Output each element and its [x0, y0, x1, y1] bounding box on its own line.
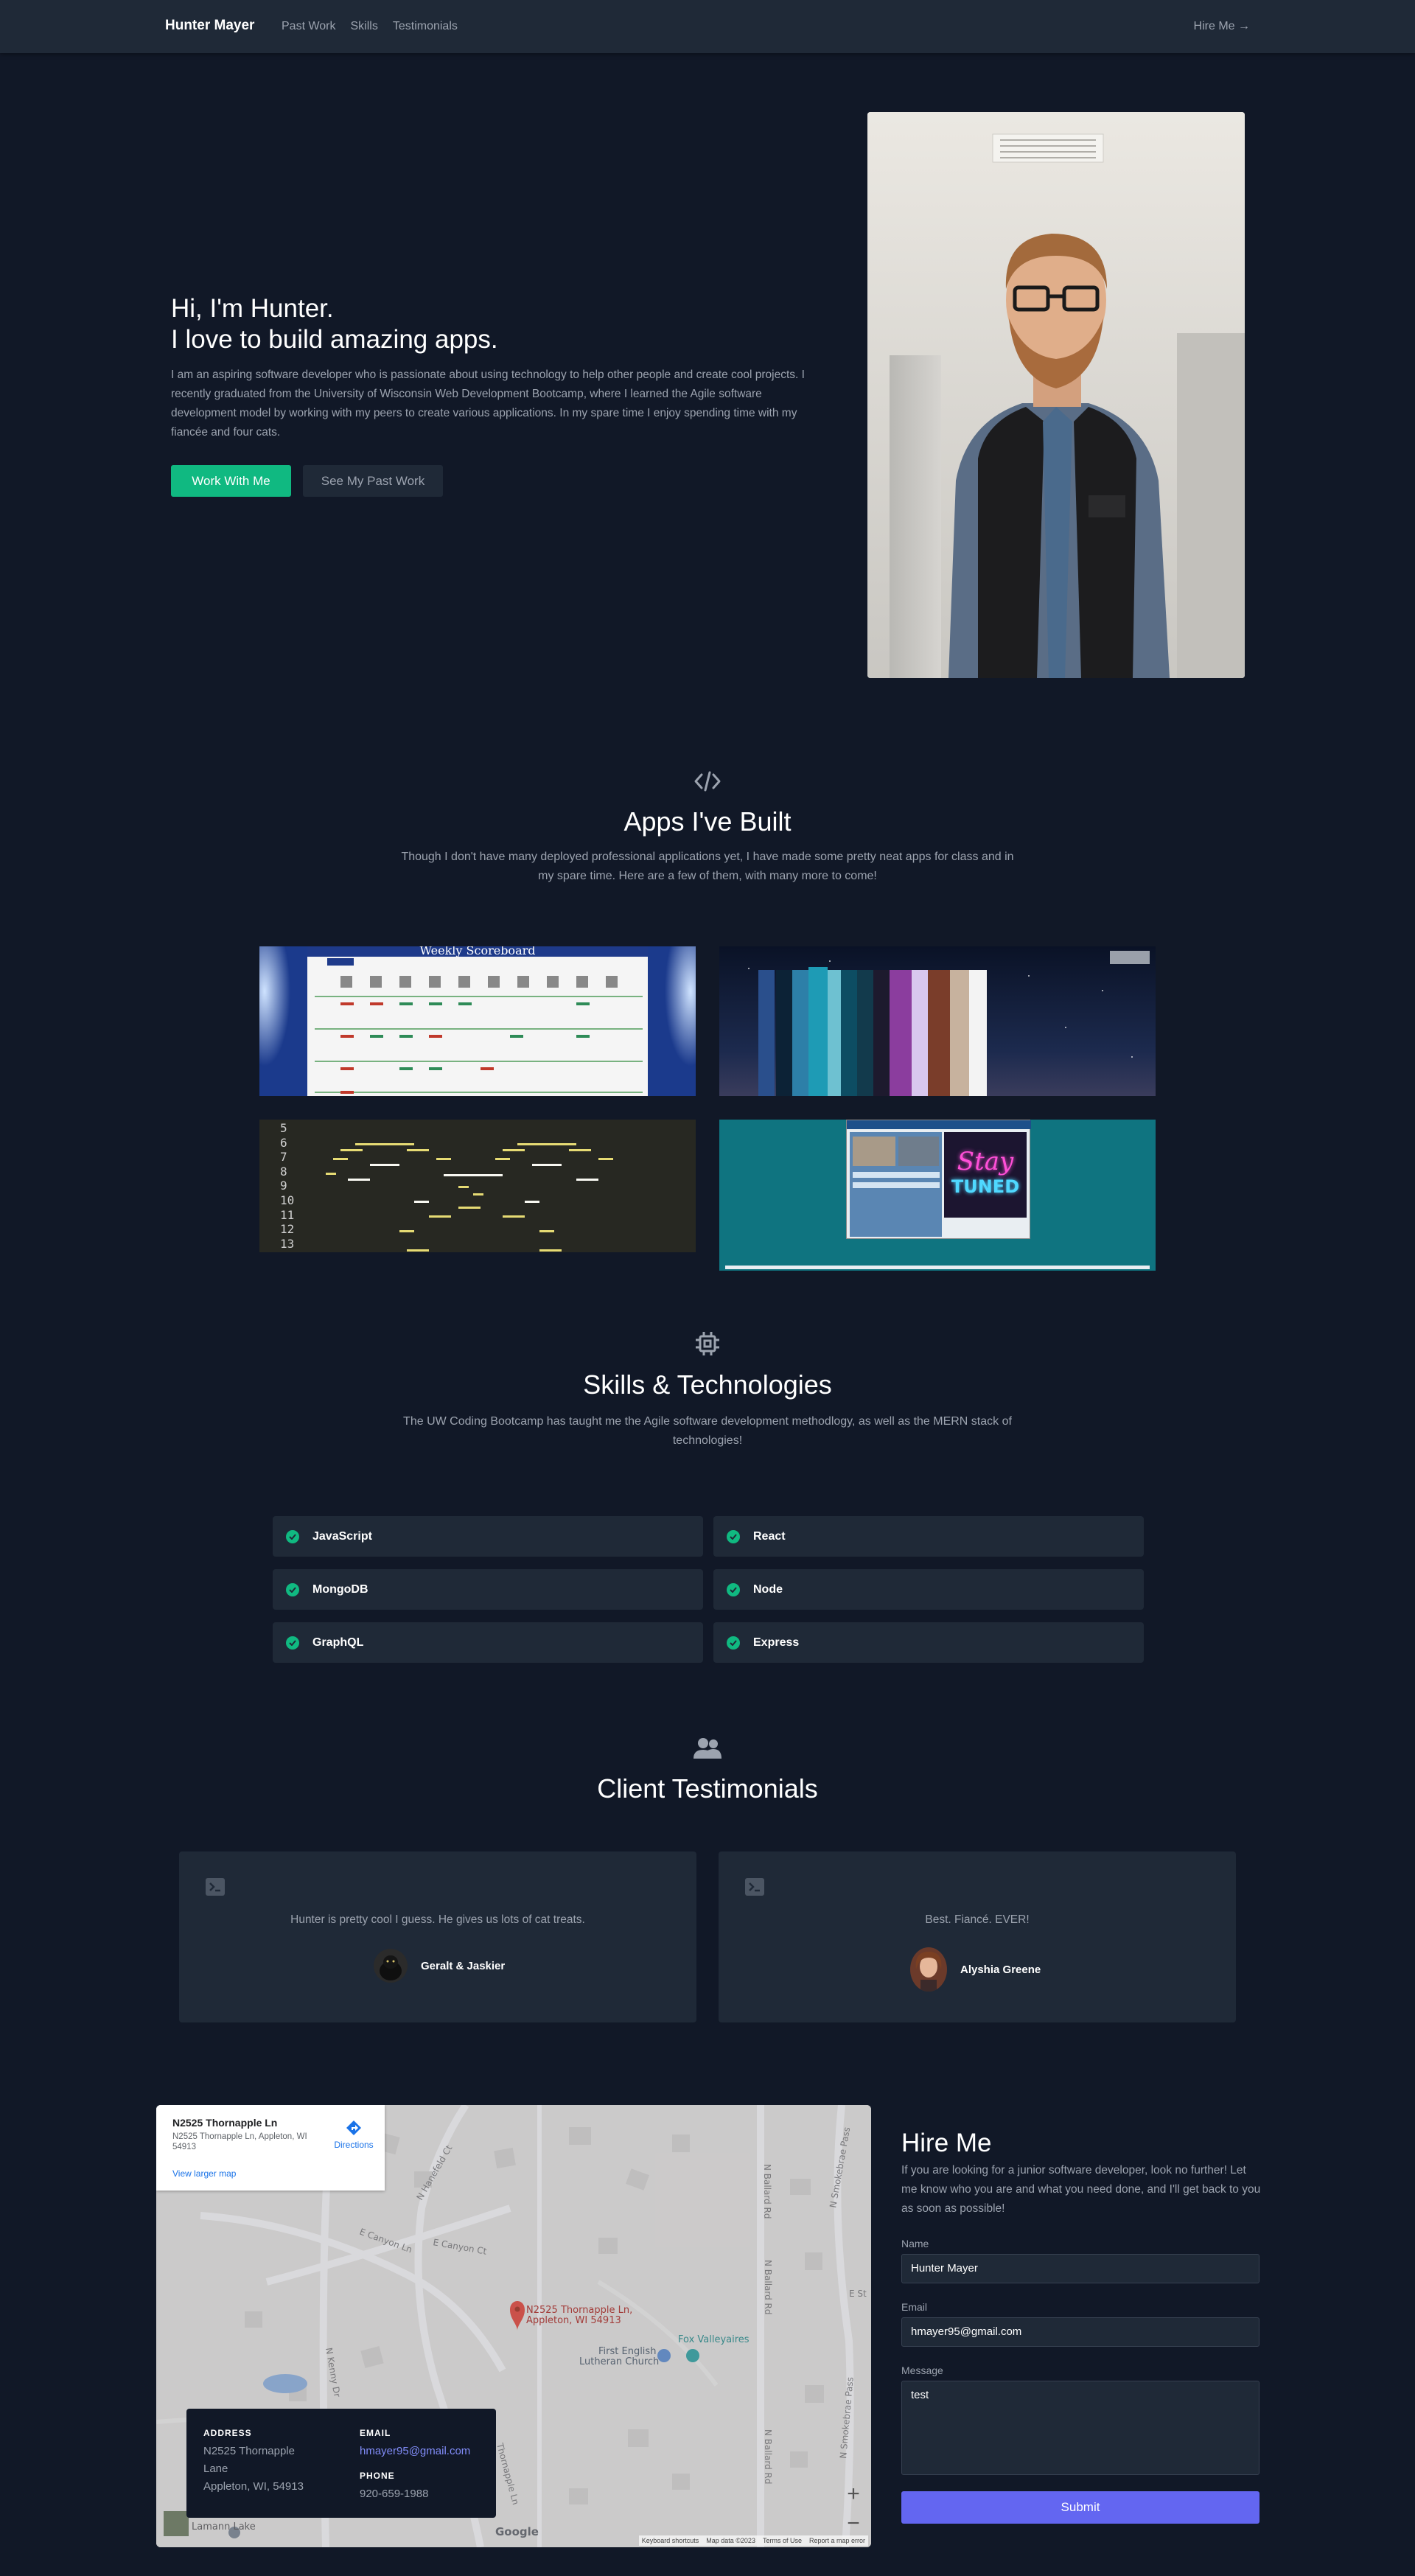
name-label: Name	[901, 2238, 929, 2249]
directions-button[interactable]: Directions	[332, 2120, 376, 2150]
skills-section-subtitle: The UW Coding Bootcamp has taught me the…	[403, 1415, 1012, 1447]
hero-heading-line2: I love to build amazing apps.	[171, 325, 498, 354]
contact-info-card: ADDRESS N2525 Thornapple Lane Appleton, …	[186, 2409, 496, 2518]
phone-label: PHONE	[360, 2471, 395, 2481]
map-place-address: N2525 Thornapple Ln, Appleton, WI 54913	[172, 2132, 307, 2151]
check-circle-icon	[727, 1636, 740, 1650]
check-circle-icon	[727, 1529, 740, 1543]
chip-icon	[690, 1329, 725, 1358]
skill-item-graphql: GraphQL	[273, 1622, 703, 1663]
project-card-tarot[interactable]	[719, 946, 1156, 1096]
see-past-work-button[interactable]: See My Past Work	[303, 465, 443, 497]
project-card-stay-tuned[interactable]: Stay TUNED	[719, 1120, 1156, 1271]
nav-link-testimonials[interactable]: Testimonials	[393, 20, 458, 33]
stay-tuned-neon-line2: TUNED	[951, 1176, 1020, 1197]
avatar	[910, 1947, 947, 1992]
project-card-scoreboard[interactable]: Weekly Scoreboard	[259, 946, 696, 1096]
testimonial-card-1: Hunter is pretty cool I guess. He gives …	[179, 1851, 696, 2022]
hire-me-link[interactable]: Hire Me →	[1194, 20, 1250, 33]
address-label: ADDRESS	[203, 2428, 252, 2438]
apps-section-subtitle: Though I don't have many deployed profes…	[401, 851, 1014, 882]
map-place-card: N2525 Thornapple Ln N2525 Thornapple Ln,…	[156, 2105, 385, 2191]
hire-me-title: Hire Me	[901, 2129, 992, 2157]
zoom-controls: + −	[840, 2479, 867, 2538]
users-icon	[690, 1734, 725, 1763]
name-input[interactable]: Hunter Mayer	[901, 2254, 1259, 2283]
phone-value: 920-659-1988	[360, 2488, 429, 2500]
hero-heading-line1: Hi, I'm Hunter.	[171, 294, 334, 323]
skill-item-node: Node	[713, 1569, 1144, 1610]
check-circle-icon	[286, 1636, 299, 1650]
testimonial-card-2: Best. Fiancé. EVER! Alyshia Greene	[719, 1851, 1236, 2022]
map-footer: Keyboard shortcuts Map data ©2023 Terms …	[638, 2535, 868, 2546]
avatar	[374, 1949, 408, 1983]
code-icon	[690, 767, 725, 796]
scoreboard-title: Weekly Scoreboard	[419, 946, 536, 957]
skill-item-express: Express	[713, 1622, 1144, 1663]
skill-item-react: React	[713, 1516, 1144, 1557]
skills-section-title: Skills & Technologies	[583, 1369, 832, 1400]
zoom-out-button[interactable]: −	[840, 2509, 867, 2538]
apps-section-title: Apps I've Built	[623, 806, 792, 837]
directions-icon	[346, 2121, 361, 2135]
testimonial-quote: Best. Fiancé. EVER!	[925, 1913, 1030, 1926]
top-navbar: Hunter Mayer Past Work Skills Testimonia…	[0, 0, 1415, 53]
keyboard-shortcuts-link[interactable]: Keyboard shortcuts	[642, 2537, 699, 2544]
work-with-me-button[interactable]: Work With Me	[171, 465, 291, 497]
testimonials-section-title: Client Testimonials	[597, 1773, 818, 1804]
terminal-icon	[745, 1878, 764, 1899]
email-label: EMAIL	[360, 2428, 391, 2438]
submit-button[interactable]: Submit	[901, 2491, 1259, 2524]
view-larger-map-link[interactable]: View larger map	[172, 2168, 236, 2179]
nav-link-skills[interactable]: Skills	[351, 20, 378, 33]
email-link[interactable]: hmayer95@gmail.com	[360, 2443, 470, 2460]
skill-item-mongodb: MongoDB	[273, 1569, 703, 1610]
skill-item-javascript: JavaScript	[273, 1516, 703, 1557]
email-input[interactable]: hmayer95@gmail.com	[901, 2317, 1259, 2347]
brand-logo[interactable]: Hunter Mayer	[165, 18, 254, 34]
zoom-in-button[interactable]: +	[840, 2479, 867, 2509]
testimonial-author: Alyshia Greene	[910, 1947, 1041, 1992]
terminal-icon	[206, 1878, 225, 1899]
hero-portrait-photo	[867, 112, 1245, 678]
message-label: Message	[901, 2364, 943, 2376]
project-card-code[interactable]: 5 6 7 8 9 10 11 12 13	[259, 1120, 696, 1252]
testimonial-quote: Hunter is pretty cool I guess. He gives …	[290, 1913, 585, 1926]
check-circle-icon	[286, 1529, 299, 1543]
address-value: N2525 Thornapple Lane Appleton, WI, 5491…	[203, 2445, 304, 2493]
terms-of-use-link[interactable]: Terms of Use	[763, 2537, 802, 2544]
nav-links: Past Work Skills Testimonials	[282, 20, 458, 33]
email-field-label: Email	[901, 2301, 928, 2313]
check-circle-icon	[286, 1582, 299, 1596]
report-map-error-link[interactable]: Report a map error	[809, 2537, 865, 2544]
stay-tuned-neon-line1: Stay	[957, 1147, 1014, 1176]
check-circle-icon	[727, 1582, 740, 1596]
message-textarea[interactable]: test	[901, 2381, 1259, 2475]
testimonial-author: Geralt & Jaskier	[374, 1949, 505, 1983]
hero-description: I am an aspiring software developer who …	[171, 369, 805, 439]
nav-link-past-work[interactable]: Past Work	[282, 20, 336, 33]
map-data-attribution: Map data ©2023	[706, 2537, 755, 2544]
hire-me-description: If you are looking for a junior software…	[901, 2164, 1261, 2215]
hero-heading: Hi, I'm Hunter. I love to build amazing …	[171, 293, 498, 355]
